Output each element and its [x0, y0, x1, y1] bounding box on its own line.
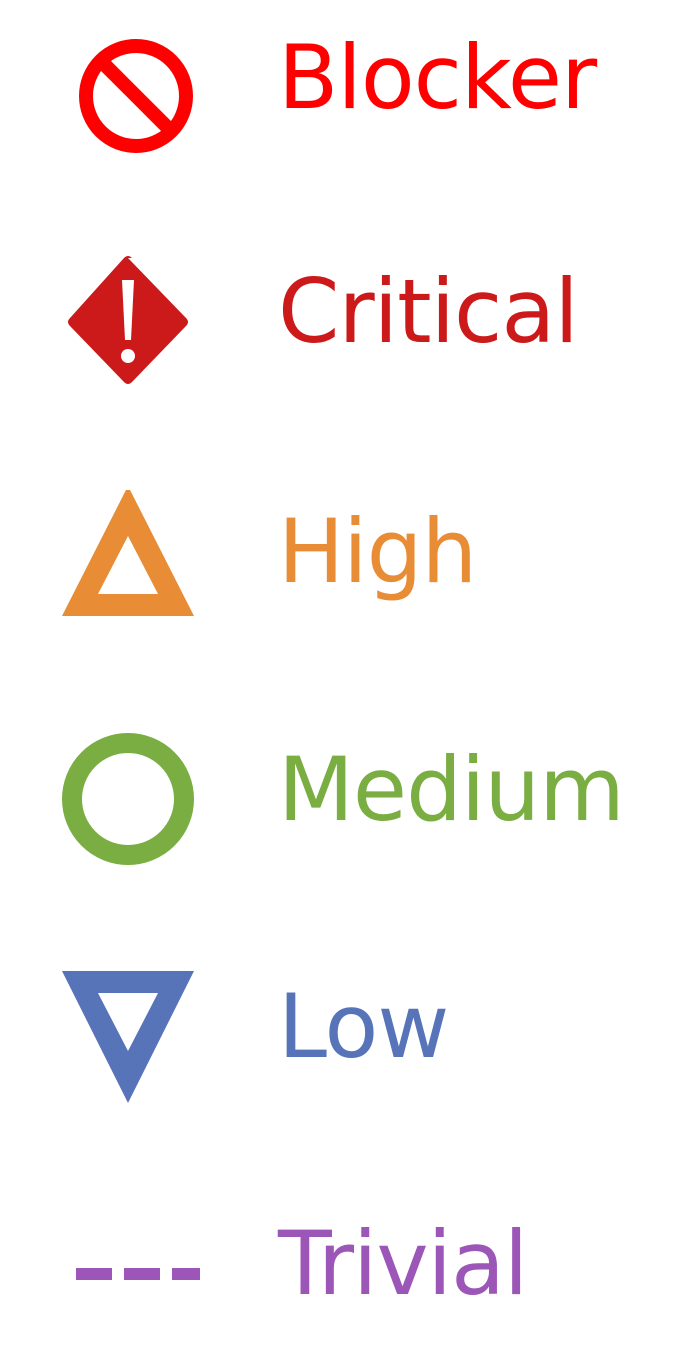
legend-label-critical: Critical [278, 260, 579, 363]
dashed-line-icon [56, 1202, 200, 1342]
diamond-exclamation-icon [56, 250, 200, 390]
circle-icon [56, 728, 200, 868]
legend-label-high: High [278, 500, 477, 603]
prohibited-icon [56, 16, 200, 156]
triangle-up-icon [56, 490, 200, 630]
legend-item-trivial: Trivial [0, 1192, 676, 1352]
legend-label-medium: Medium [278, 738, 625, 841]
legend-item-critical: Critical [0, 240, 676, 400]
legend-item-blocker: Blocker [0, 6, 676, 166]
legend-label-blocker: Blocker [278, 26, 597, 129]
legend-label-low: Low [278, 975, 449, 1078]
legend-item-low: Low [0, 955, 676, 1115]
legend-item-high: High [0, 480, 676, 640]
triangle-down-icon [56, 965, 200, 1105]
legend-item-medium: Medium [0, 718, 676, 878]
severity-legend: Blocker Critical High Medium Low Trivial [0, 0, 676, 1352]
legend-label-trivial: Trivial [278, 1212, 528, 1315]
